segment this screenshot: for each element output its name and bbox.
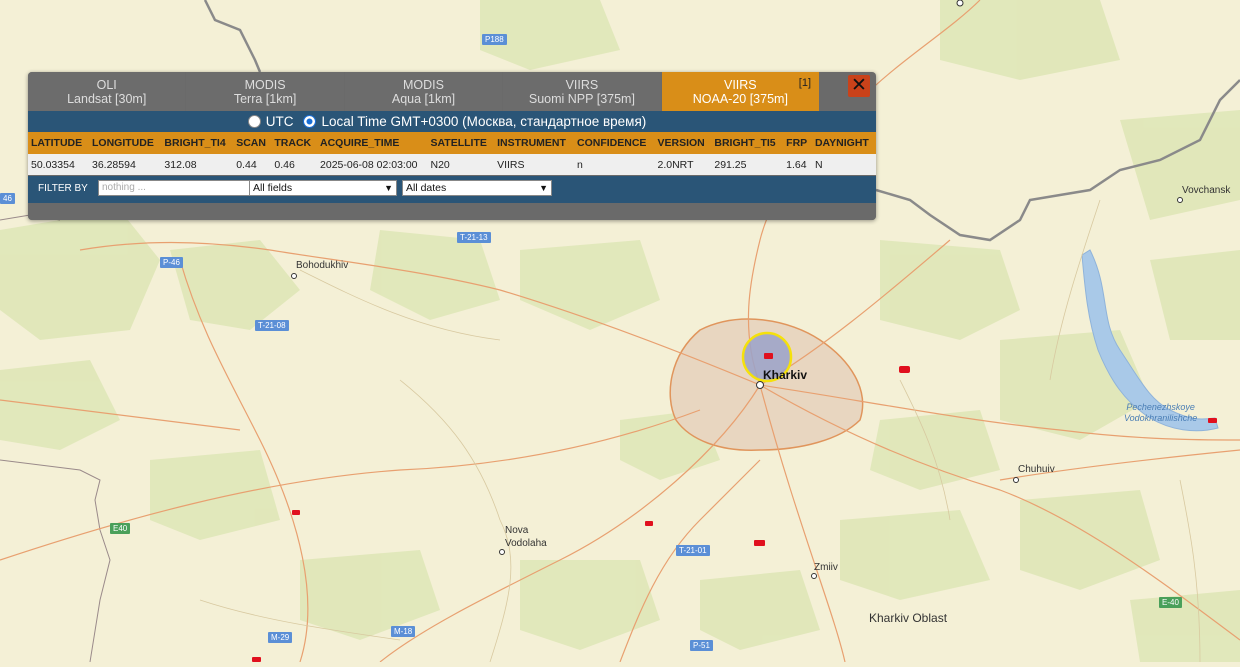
fire-marker [645, 521, 653, 526]
column-header[interactable]: FRP [783, 132, 812, 154]
table-cell: 1.64 [783, 154, 812, 175]
tab-viirs-suomi-npp[interactable]: VIIRS Suomi NPP [375m] [503, 72, 661, 111]
chevron-down-icon: ▼ [539, 183, 548, 193]
table-cell: VIIRS [494, 154, 574, 175]
table-cell: 50.03354 [28, 154, 89, 175]
column-header[interactable]: ACQUIRE_TIME [317, 132, 428, 154]
tab-sublabel: Suomi NPP [375m] [528, 91, 635, 106]
table-cell: 36.28594 [89, 154, 162, 175]
fire-marker [754, 540, 765, 546]
table-cell: 0.44 [233, 154, 272, 175]
place-kharkiv-oblast: Kharkiv Oblast [869, 611, 948, 625]
column-header[interactable]: TRACK [271, 132, 318, 154]
column-header[interactable]: LONGITUDE [89, 132, 162, 154]
fire-marker [1208, 418, 1217, 423]
tab-sublabel: Landsat [30m] [67, 91, 147, 106]
road-shield: M-29 [268, 632, 293, 643]
close-button[interactable]: ✕ [848, 75, 870, 97]
table-cell: N20 [427, 154, 495, 175]
table-cell: 2.0NRT [654, 154, 712, 175]
tab-label: VIIRS [724, 77, 757, 92]
place-vovchansk: Vovchansk [1182, 185, 1231, 196]
local-time-label: Local Time GMT+0300 (Москва, стандартное… [321, 114, 647, 129]
utc-radio[interactable] [247, 115, 261, 128]
road-shield: P-51 [690, 640, 713, 651]
filter-input[interactable]: nothing ... [98, 180, 250, 196]
place-nova-vodolaha: Nova Vodolaha [505, 525, 547, 549]
fire-marker [292, 510, 300, 515]
column-header[interactable]: INSTRUMENT [494, 132, 574, 154]
fire-info-popup: OLI Landsat [30m] MODIS Terra [1km] MODI… [28, 72, 876, 220]
tab-label: OLI [96, 77, 117, 92]
tab-sublabel: NOAA-20 [375m] [692, 91, 788, 106]
tab-label: MODIS [244, 77, 286, 92]
fire-marker [252, 657, 261, 662]
local-time-option[interactable]: Local Time GMT+0300 (Москва, стандартное… [303, 114, 646, 129]
road-shield: P-46 [160, 257, 183, 268]
road-shield: M-18 [391, 626, 416, 637]
road-shield: 46 [0, 193, 15, 204]
fire-data-table: LATITUDE LONGITUDE BRIGHT_TI4 SCAN TRACK… [28, 132, 876, 175]
column-header[interactable]: SCAN [233, 132, 272, 154]
filter-label: FILTER BY [38, 183, 88, 194]
table-row[interactable]: 50.03354 36.28594 312.08 0.44 0.46 2025-… [28, 154, 876, 175]
tab-label: VIIRS [565, 77, 599, 92]
local-time-radio[interactable] [303, 115, 317, 128]
column-header[interactable]: BRIGHT_TI5 [711, 132, 784, 154]
tab-count-badge: [1] [798, 77, 812, 89]
tab-sublabel: Aqua [1km] [391, 91, 456, 106]
chevron-down-icon: ▼ [384, 183, 393, 193]
column-header[interactable]: CONFIDENCE [573, 132, 655, 154]
dates-select[interactable]: All dates ▼ [402, 180, 552, 196]
place-reservoir: Pechenezhskoye Vodokhranilishche [1124, 402, 1198, 423]
column-header[interactable]: SATELLITE [427, 132, 495, 154]
fields-select-value: All fields [253, 182, 293, 194]
place-zmiiv: Zmiiv [814, 562, 838, 573]
tab-sublabel: Terra [1km] [233, 91, 297, 106]
filter-bar: FILTER BY nothing ... All fields ▼ All d… [28, 176, 876, 203]
table-cell: N [811, 154, 876, 175]
place-kharkiv: Kharkiv [763, 368, 808, 382]
column-header[interactable]: LATITUDE [28, 132, 89, 154]
utc-option[interactable]: UTC [247, 114, 294, 129]
fields-select[interactable]: All fields ▼ [249, 180, 397, 196]
utc-label: UTC [265, 114, 294, 129]
tab-modis-aqua[interactable]: MODIS Aqua [1km] [344, 72, 503, 111]
sensor-tabs: OLI Landsat [30m] MODIS Terra [1km] MODI… [28, 72, 820, 111]
time-zone-selector: UTC Local Time GMT+0300 (Москва, стандар… [28, 111, 876, 132]
table-cell: 0.46 [271, 154, 318, 175]
road-shield: T-21-13 [457, 232, 491, 243]
tab-oli-landsat[interactable]: OLI Landsat [30m] [28, 72, 186, 111]
road-shield: T-21-08 [255, 320, 289, 331]
road-shield: P188 [482, 34, 507, 45]
tab-modis-terra[interactable]: MODIS Terra [1km] [186, 72, 344, 111]
dates-select-value: All dates [406, 182, 447, 194]
column-header[interactable]: BRIGHT_TI4 [161, 132, 234, 154]
table-cell: 2025-06-08 02:03:00 [317, 154, 428, 175]
fire-marker [899, 366, 910, 373]
panel-footer [28, 203, 876, 220]
table-cell: 312.08 [161, 154, 234, 175]
fire-marker [764, 353, 773, 359]
place-bohodukhiv: Bohodukhiv [296, 260, 349, 271]
tab-label: MODIS [403, 77, 444, 92]
road-shield: E-40 [1159, 597, 1182, 608]
table-header-row: LATITUDE LONGITUDE BRIGHT_TI4 SCAN TRACK… [28, 132, 876, 154]
table-cell: 291.25 [711, 154, 784, 175]
table-cell: n [573, 154, 655, 175]
road-shield: T-21-01 [676, 545, 710, 556]
road-shield: E40 [110, 523, 131, 534]
tab-viirs-noaa-20[interactable]: [1] VIIRS NOAA-20 [375m] [661, 72, 820, 111]
column-header[interactable]: DAYNIGHT [811, 132, 876, 154]
place-chuhuiv: Chuhuiv [1018, 464, 1055, 475]
column-header[interactable]: VERSION [654, 132, 712, 154]
